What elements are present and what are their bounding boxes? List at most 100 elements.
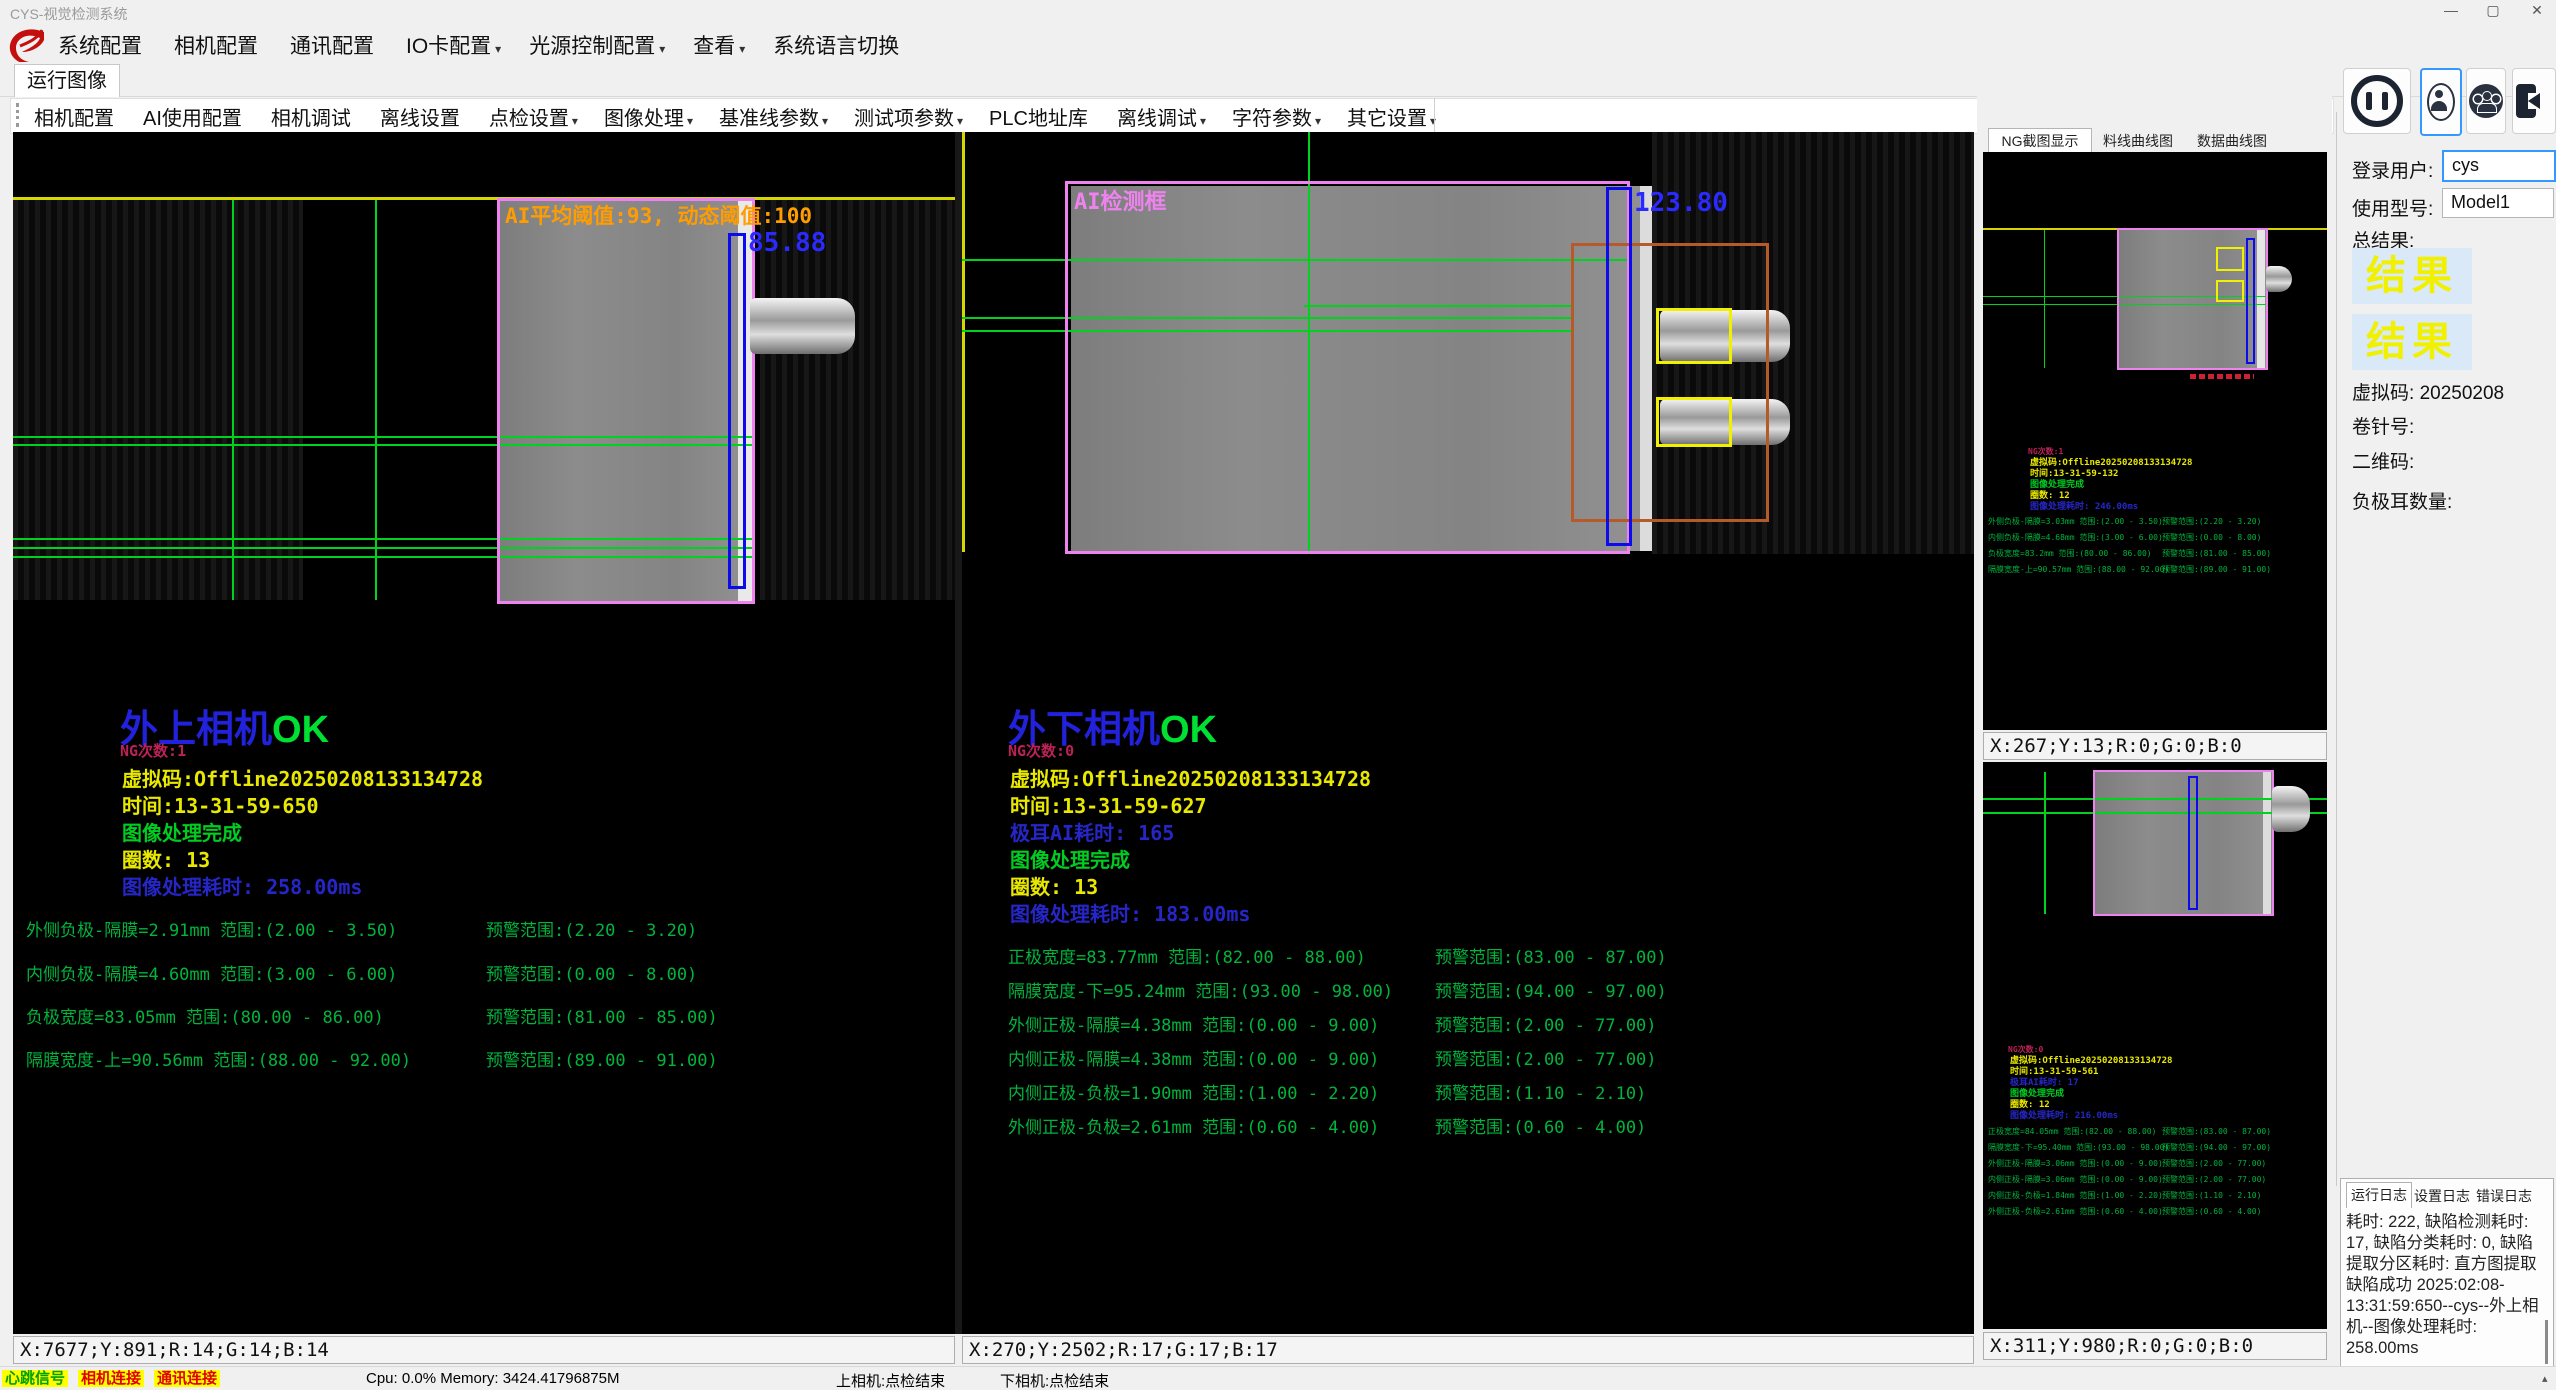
left-loop-count: 圈数: 13 [122, 844, 210, 873]
thumb1-green-vline [2044, 230, 2045, 368]
middle-loop-count: 圈数: 13 [1010, 871, 1098, 900]
minimize-button[interactable]: — [2436, 2, 2466, 22]
menu-io-card-config[interactable]: IO卡配置▾ [406, 30, 501, 60]
measurement-warn: 预警范围:(0.00 - 8.00) [486, 960, 697, 985]
middle-ng-count: NG次数:0 [1008, 740, 1074, 761]
top-camera-status: 上相机:点检结束 [836, 1370, 945, 1390]
thumb2-warn: 预警范围:(1.10 - 2.10) [2162, 1190, 2261, 1201]
virtual-code-value: 20250208 [2420, 383, 2505, 404]
thumb1-measure: 外侧负极-隔膜=3.03mm 范围:(2.00 - 3.50) [1988, 516, 2163, 527]
tool-offline-debug[interactable]: 离线调试▾ [1117, 102, 1206, 131]
menu-comm-config[interactable]: 通讯配置 [290, 30, 378, 60]
middle-yellow-detect-box-2 [1656, 397, 1732, 447]
middle-time: 时间:13-31-59-627 [1010, 790, 1207, 819]
left-virtual-code: 虚拟码:Offline20250208133134728 [122, 763, 483, 792]
measurement-warn: 预警范围:(94.00 - 97.00) [1435, 977, 1667, 1002]
left-yellow-line [13, 197, 955, 200]
thumb1-measure: 隔膜宽度-上=90.57mm 范围:(88.00 - 92.00) [1988, 564, 2169, 575]
thumb2-warn: 预警范围:(83.00 - 87.00) [2162, 1126, 2271, 1137]
pause-button[interactable] [2343, 68, 2411, 134]
tab-ng-screenshot[interactable]: NG截图显示 [1988, 128, 2092, 153]
measurement-warn: 预警范围:(89.00 - 91.00) [486, 1046, 718, 1071]
measurement-warn: 预警范围:(81.00 - 85.00) [486, 1003, 718, 1028]
maximize-button[interactable]: ▢ [2478, 2, 2508, 22]
tab-settings-log[interactable]: 设置日志 [2412, 1185, 2472, 1207]
thumb2-coords-bar: X:311;Y:980;R:0;G:0;B:0 [1983, 1332, 2327, 1360]
measurement-text: 外侧正极-负极=2.61mm 范围:(0.60 - 4.00) [1008, 1113, 1379, 1138]
measurement-text: 外侧正极-隔膜=4.38mm 范围:(0.00 - 9.00) [1008, 1011, 1379, 1036]
thumb2-measure: 内侧正极-隔膜=3.06mm 范围:(0.00 - 9.00) [1988, 1174, 2163, 1185]
thumb2-warn: 预警范围:(2.00 - 77.00) [2162, 1158, 2266, 1169]
menu-view[interactable]: 查看▾ [693, 30, 745, 60]
left-green-vline [375, 200, 377, 600]
measurement-text: 内侧正极-负极=1.90mm 范围:(1.00 - 2.20) [1008, 1079, 1379, 1104]
measurement-warn: 预警范围:(1.10 - 2.10) [1435, 1079, 1646, 1104]
menu-system-config[interactable]: 系统配置 [58, 30, 146, 60]
left-measure-box [728, 233, 746, 589]
measurement-warn: 预警范围:(2.20 - 3.20) [486, 916, 697, 941]
user-icon [2427, 83, 2455, 121]
user-login-button[interactable] [2420, 68, 2462, 136]
measurement-text: 外侧负极-隔膜=2.91mm 范围:(2.00 - 3.50) [26, 916, 397, 941]
log-scrollbar-thumb[interactable] [2545, 1320, 2548, 1364]
tool-plc-address-lib[interactable]: PLC地址库 [989, 102, 1091, 131]
dropdown-arrow-icon: ▾ [1200, 114, 1206, 128]
comm-link-indicator: 通讯连接 [154, 1370, 220, 1387]
window-title: CYS-视觉检测系统 [10, 4, 127, 24]
measurement-text: 隔膜宽度-下=95.24mm 范围:(93.00 - 98.00) [1008, 977, 1393, 1002]
toolbar-drag-handle[interactable] [16, 103, 23, 127]
exit-button[interactable] [2512, 68, 2556, 134]
tab-run-image[interactable]: 运行图像 [14, 64, 120, 97]
login-user-field[interactable]: cys [2442, 150, 2556, 182]
dropdown-arrow-icon: ▾ [1315, 114, 1321, 128]
tool-camera-debug[interactable]: 相机调试 [271, 102, 354, 131]
menu-camera-config[interactable]: 相机配置 [174, 30, 262, 60]
thumb2-measure: 外侧正极-负极=2.61mm 范围:(0.60 - 4.00) [1988, 1206, 2163, 1217]
measurement-text: 负极宽度=83.05mm 范围:(80.00 - 86.00) [26, 1003, 384, 1028]
tab-run-log[interactable]: 运行日志 [2346, 1182, 2412, 1208]
heartbeat-indicator: 心跳信号 [2, 1370, 68, 1387]
thumb2-green-vline [2044, 772, 2046, 914]
thumb2-warn: 预警范围:(94.00 - 97.00) [2162, 1142, 2271, 1153]
thumb1-measure: 内侧负极-隔膜=4.68mm 范围:(3.00 - 6.00) [1988, 532, 2163, 543]
tool-char-params[interactable]: 字符参数▾ [1232, 102, 1321, 131]
tool-other-settings[interactable]: 其它设置▾ [1347, 102, 1436, 131]
left-coords-bar: X:7677;Y:891;R:14;G:14;B:14 [13, 1336, 955, 1364]
tool-camera-config[interactable]: 相机配置 [34, 102, 117, 131]
tool-offline-settings[interactable]: 离线设置 [380, 102, 463, 131]
title-bar: CYS-视觉检测系统 [0, 0, 2556, 24]
middle-yellow-vline [962, 132, 965, 552]
middle-virtual-code: 虚拟码:Offline20250208133134728 [1010, 763, 1371, 792]
tab-line-curve[interactable]: 料线曲线图 [2092, 131, 2184, 152]
thumb2-measure: 内侧正极-负极=1.84mm 范围:(1.00 - 2.20) [1988, 1190, 2163, 1201]
tab-data-curve[interactable]: 数据曲线图 [2186, 131, 2278, 152]
exit-icon [2516, 84, 2552, 118]
tool-test-item-params[interactable]: 测试项参数▾ [854, 102, 963, 131]
thumb1-process-time: 图像处理耗时: 246.00ms [2030, 499, 2138, 512]
close-button[interactable]: ✕ [2522, 2, 2552, 22]
pause-icon [2351, 75, 2403, 127]
thumb1-blue-box [2246, 238, 2255, 364]
menu-language-switch[interactable]: 系统语言切换 [773, 30, 903, 60]
model-field[interactable]: Model1 [2442, 188, 2554, 218]
left-ai-region-box [497, 198, 755, 604]
menu-light-control-config[interactable]: 光源控制配置▾ [529, 30, 665, 60]
user-manage-button[interactable] [2466, 68, 2506, 134]
tool-ai-use-config[interactable]: AI使用配置 [143, 102, 245, 131]
measurement-warn: 预警范围:(83.00 - 87.00) [1435, 943, 1667, 968]
middle-process-done: 图像处理完成 [1010, 844, 1130, 873]
left-process-done: 图像处理完成 [122, 817, 242, 846]
qr-code-label: 二维码: [2352, 447, 2414, 474]
tool-spot-check-settings[interactable]: 点检设置▾ [489, 102, 578, 131]
measurement-warn: 预警范围:(0.60 - 4.00) [1435, 1113, 1646, 1138]
result-badge-top: 结果 [2352, 248, 2472, 304]
scroll-up-icon[interactable]: ▴ [2542, 1372, 2548, 1385]
thumb1-measure: 负极宽度=83.2mm 范围:(80.00 - 86.00) [1988, 548, 2152, 559]
tool-image-processing[interactable]: 图像处理▾ [604, 102, 693, 131]
thumb2-warn: 预警范围:(2.00 - 77.00) [2162, 1174, 2266, 1185]
thumb1-warn: 预警范围:(2.20 - 3.20) [2162, 516, 2261, 527]
measurement-text: 内侧负极-隔膜=4.60mm 范围:(3.00 - 6.00) [26, 960, 397, 985]
tool-baseline-params[interactable]: 基准线参数▾ [719, 102, 828, 131]
thumb2-measure: 正极宽度=84.05mm 范围:(82.00 - 88.00) [1988, 1126, 2156, 1137]
tab-error-log[interactable]: 错误日志 [2474, 1185, 2534, 1207]
